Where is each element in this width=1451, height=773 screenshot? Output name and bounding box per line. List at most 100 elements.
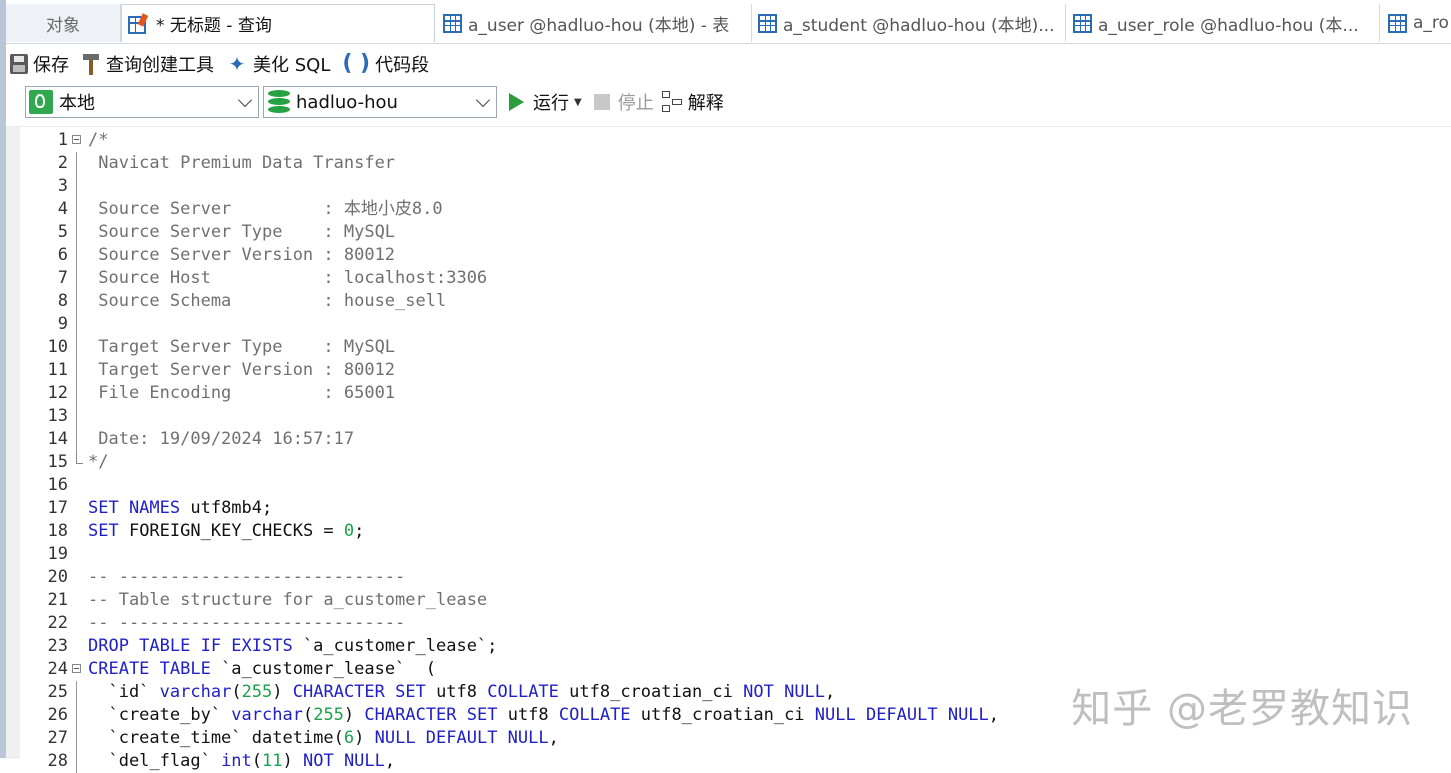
- tab-a-student-label: a_student @hadluo-hou (本地)...: [783, 15, 1055, 36]
- code-text: (: [251, 751, 263, 771]
- code-text: ): [282, 751, 303, 771]
- sql-keyword: SET NAMES: [88, 498, 181, 518]
- code-line: 2 Navicat Premium Data Transfer: [6, 152, 1451, 175]
- code-text: ,: [548, 728, 559, 748]
- tab-a-user[interactable]: a_user @hadluo-hou (本地) - 表: [437, 4, 752, 42]
- code-text: `del_flag`: [88, 751, 222, 771]
- line-number: 12: [47, 383, 68, 403]
- code-text: File Encoding : 65001: [88, 383, 396, 403]
- line-number: 26: [47, 705, 68, 725]
- sql-keyword: COLLATE: [558, 705, 631, 725]
- code-text: Navicat Premium Data Transfer: [88, 153, 396, 173]
- code-line: 6 Source Server Version : 80012: [6, 244, 1451, 267]
- code-text: ): [343, 705, 365, 725]
- tab-untitled-query-label: * 无标题 - 查询: [156, 16, 272, 36]
- explain-button[interactable]: 解释: [661, 89, 724, 115]
- sql-keyword: SET: [88, 521, 119, 541]
- explain-icon: [661, 91, 684, 113]
- code-text: Target Server Type : MySQL: [88, 337, 396, 357]
- table-icon: [1388, 13, 1407, 33]
- code-text: ): [272, 682, 293, 702]
- beautify-sql-label: 美化 SQL: [253, 55, 331, 76]
- tab-a-student[interactable]: a_student @hadluo-hou (本地)...: [752, 4, 1066, 42]
- database-select[interactable]: hadluo-hou: [263, 86, 497, 118]
- database-icon: [268, 90, 290, 114]
- tab-objects-label: 对象: [46, 15, 80, 36]
- line-number: 14: [47, 429, 68, 449]
- code-text: (: [231, 682, 242, 702]
- save-icon: [10, 54, 28, 74]
- sql-keyword: DROP TABLE IF EXISTS: [88, 636, 293, 656]
- code-text: */: [88, 452, 109, 472]
- code-line: 10 Target Server Type : MySQL: [6, 336, 1451, 359]
- watermark-text: 知乎 @老罗教知识: [1071, 686, 1413, 732]
- code-text: Source Host : localhost:3306: [88, 268, 488, 288]
- code-text: Source Server Version : 80012: [88, 245, 396, 265]
- tab-a-ro[interactable]: a_ro: [1382, 4, 1451, 42]
- fold-toggle-icon[interactable]: [72, 135, 81, 144]
- line-number: 16: [47, 475, 68, 495]
- sql-keyword: varchar: [159, 682, 232, 702]
- code-line: 8 Source Schema : house_sell: [6, 290, 1451, 313]
- line-number: 7: [57, 268, 68, 288]
- line-number: 8: [57, 291, 68, 311]
- tab-a-user-role-label: a_user_role @hadluo-hou (本...: [1098, 15, 1359, 36]
- line-number: 15: [47, 452, 68, 472]
- code-text: `a_customer_lease`;: [292, 636, 498, 656]
- chevron-down-icon: [237, 92, 253, 108]
- line-number: 1: [57, 130, 68, 150]
- code-line: 4 Source Server : 本地小皮8.0: [6, 198, 1451, 221]
- mysql-connection-icon: [29, 90, 53, 114]
- connection-value: 本地: [59, 93, 95, 114]
- tab-a-user-role[interactable]: a_user_role @hadluo-hou (本...: [1067, 4, 1380, 42]
- code-text: `create_by`: [88, 705, 232, 725]
- code-text: ,: [825, 682, 836, 702]
- code-text: `create_time` datetime(: [88, 728, 344, 748]
- connection-toolbar: 本地 hadluo-hou 运行 ▼ 停止 解释: [6, 86, 1451, 120]
- chevron-down-icon: [475, 92, 491, 108]
- code-line: 22 -- ----------------------------: [6, 612, 1451, 635]
- connection-select[interactable]: 本地: [25, 86, 259, 118]
- fold-toggle-icon[interactable]: [72, 664, 81, 673]
- line-number: 22: [47, 613, 68, 633]
- code-text: utf8mb4;: [180, 498, 273, 518]
- stop-label: 停止: [617, 93, 654, 114]
- code-line: 14 Date: 19/09/2024 16:57:17: [6, 428, 1451, 451]
- code-line: 16: [6, 474, 1451, 497]
- run-button[interactable]: 运行 ▼: [509, 89, 582, 115]
- code-text: utf8: [425, 682, 488, 702]
- code-text: Source Server Type : MySQL: [88, 222, 396, 242]
- code-line: 11 Target Server Version : 80012: [6, 359, 1451, 382]
- code-text: ,: [384, 751, 396, 771]
- code-text: Source Server : 本地小皮8.0: [88, 199, 443, 219]
- tab-objects[interactable]: 对象: [6, 4, 121, 42]
- sql-keyword: CHARACTER SET: [292, 682, 426, 702]
- beautify-sql-button[interactable]: ✦ 美化 SQL: [222, 47, 334, 81]
- code-text: utf8_croatian_ci: [630, 705, 815, 725]
- code-line: 12 File Encoding : 65001: [6, 382, 1451, 405]
- sql-editor[interactable]: 1 /* 2 Navicat Premium Data Transfer 3 4 …: [6, 126, 1451, 773]
- line-number: 21: [47, 590, 68, 610]
- query-builder-button[interactable]: 查询创建工具: [77, 47, 218, 81]
- code-line: 20 -- ----------------------------: [6, 566, 1451, 589]
- save-button[interactable]: 保存: [6, 47, 73, 81]
- sql-keyword: NOT NULL: [743, 682, 826, 702]
- table-icon: [1073, 13, 1092, 33]
- code-line: 13: [6, 405, 1451, 428]
- table-icon: [443, 13, 462, 33]
- sql-keyword: COLLATE: [487, 682, 559, 702]
- line-number: 11: [47, 360, 68, 380]
- query-builder-label: 查询创建工具: [106, 55, 214, 76]
- code-snippet-label: 代码段: [375, 55, 430, 76]
- parentheses-icon: ( ): [342, 51, 371, 76]
- tab-untitled-query[interactable]: * 无标题 - 查询: [121, 4, 435, 42]
- code-line: 9: [6, 313, 1451, 336]
- stop-button[interactable]: 停止: [593, 89, 654, 115]
- code-snippet-button[interactable]: ( ) 代码段: [338, 47, 433, 81]
- run-dropdown-icon[interactable]: ▼: [574, 97, 582, 108]
- code-line: 28 `del_flag` int(11) NOT NULL,: [6, 750, 1451, 773]
- sql-keyword: NULL DEFAULT NULL: [374, 728, 549, 748]
- save-label: 保存: [33, 55, 69, 76]
- code-line: 21 -- Table structure for a_customer_leas…: [6, 589, 1451, 612]
- line-number: 24: [47, 659, 68, 679]
